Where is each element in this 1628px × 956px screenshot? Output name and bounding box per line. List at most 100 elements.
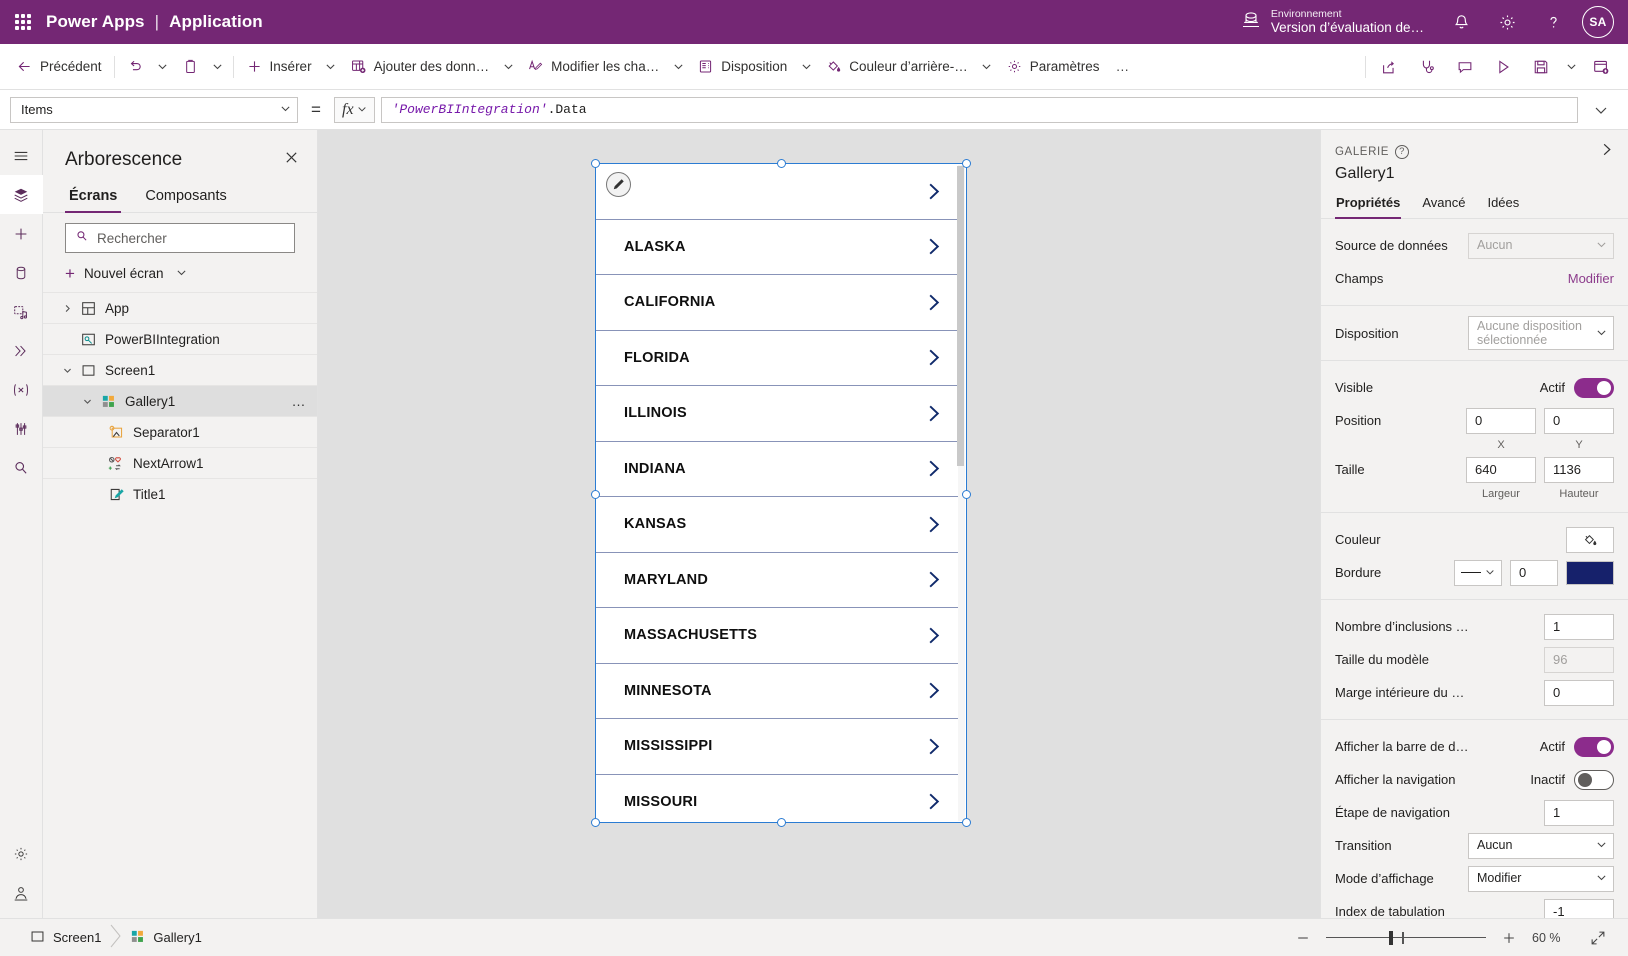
help-question-icon[interactable]: ? bbox=[1395, 144, 1410, 159]
tab-ecrans[interactable]: Écrans bbox=[65, 182, 122, 213]
gallery-row[interactable]: MISSISSIPPI bbox=[596, 719, 958, 775]
tree-item-powerbiintegration[interactable]: PowerBIIntegration bbox=[43, 323, 317, 354]
border-color-swatch[interactable] bbox=[1566, 560, 1614, 585]
paste-dropdown-chevron-down-icon[interactable] bbox=[207, 50, 229, 84]
search-icon[interactable] bbox=[0, 448, 43, 487]
notifications-bell-icon[interactable] bbox=[1438, 0, 1484, 44]
avatar[interactable]: SA bbox=[1582, 6, 1614, 38]
chevron-right-icon[interactable] bbox=[57, 304, 77, 313]
background-color-chevron-down-icon[interactable] bbox=[976, 50, 998, 84]
template-size-input[interactable]: 96 bbox=[1544, 646, 1614, 673]
gallery-control[interactable]: ALASKA CALIFORNIA FLORIDA ILLINOIS INDIA… bbox=[591, 159, 971, 827]
chevron-down-icon[interactable] bbox=[77, 397, 97, 406]
formula-expand-chevron-down-icon[interactable] bbox=[1584, 102, 1618, 118]
tree-item-nextarrow1[interactable]: NextArrow1 bbox=[43, 447, 317, 478]
resize-handle-bottom-left[interactable] bbox=[591, 818, 600, 827]
tab-idees[interactable]: Idées bbox=[1486, 193, 1520, 218]
chevron-right-icon[interactable] bbox=[923, 514, 944, 535]
power-automate-icon[interactable] bbox=[0, 331, 43, 370]
gallery-row[interactable]: ILLINOIS bbox=[596, 386, 958, 442]
insert-chevron-down-icon[interactable] bbox=[320, 50, 342, 84]
display-mode-select[interactable]: Modifier bbox=[1468, 865, 1614, 892]
minus-icon[interactable] bbox=[1292, 927, 1314, 949]
edit-fields-button[interactable]: Modifier les cha… bbox=[519, 50, 667, 84]
search-box[interactable] bbox=[65, 223, 295, 253]
account-icon[interactable] bbox=[0, 873, 43, 912]
close-icon[interactable] bbox=[280, 146, 303, 174]
resize-handle-top-center[interactable] bbox=[777, 159, 786, 168]
tab-composants[interactable]: Composants bbox=[141, 182, 230, 212]
chevron-right-icon[interactable] bbox=[923, 569, 944, 590]
add-data-button[interactable]: Ajouter des donn… bbox=[342, 50, 498, 84]
settings-button[interactable]: Paramètres bbox=[998, 50, 1108, 84]
position-x-input[interactable]: 0 bbox=[1466, 407, 1536, 434]
save-icon[interactable] bbox=[1522, 50, 1560, 84]
fill-bucket-icon[interactable] bbox=[1566, 526, 1614, 553]
variables-icon[interactable] bbox=[0, 370, 43, 409]
waffle-icon[interactable] bbox=[0, 14, 46, 30]
gallery-row[interactable]: CALIFORNIA bbox=[596, 275, 958, 331]
insert-button[interactable]: Insérer bbox=[238, 50, 320, 84]
layout-button[interactable]: Disposition bbox=[689, 50, 795, 84]
preview-play-icon[interactable] bbox=[1484, 50, 1522, 84]
paste-button[interactable] bbox=[174, 50, 207, 84]
nav-step-input[interactable]: 1 bbox=[1544, 799, 1614, 826]
resize-handle-bottom-center[interactable] bbox=[777, 818, 786, 827]
template-padding-input[interactable]: 0 bbox=[1544, 679, 1614, 706]
tree-item-context-menu-button[interactable]: … bbox=[292, 393, 308, 409]
breadcrumb-screen1[interactable]: Screen1 bbox=[24, 929, 107, 947]
gallery-row[interactable]: MARYLAND bbox=[596, 553, 958, 608]
gallery-row[interactable]: MINNESOTA bbox=[596, 664, 958, 719]
resize-handle-middle-right[interactable] bbox=[962, 490, 971, 499]
data-cylinder-icon[interactable] bbox=[0, 253, 43, 292]
tree-view-layers-icon[interactable] bbox=[0, 175, 43, 214]
chevron-down-icon[interactable] bbox=[57, 366, 77, 375]
canvas-area[interactable]: ALASKA CALIFORNIA FLORIDA ILLINOIS INDIA… bbox=[318, 130, 1320, 918]
gallery-scrollbar-thumb[interactable] bbox=[957, 166, 964, 466]
tab-avance[interactable]: Avancé bbox=[1421, 193, 1466, 218]
app-checker-icon[interactable] bbox=[1408, 50, 1446, 84]
pencil-edit-icon[interactable] bbox=[606, 172, 631, 197]
tools-icon[interactable] bbox=[0, 409, 43, 448]
transition-select[interactable]: Aucun bbox=[1468, 832, 1614, 859]
undo-dropdown-chevron-down-icon[interactable] bbox=[152, 50, 174, 84]
chevron-right-icon[interactable] bbox=[923, 625, 944, 646]
tree-item-gallery1[interactable]: Gallery1 … bbox=[43, 385, 317, 416]
edit-fields-chevron-down-icon[interactable] bbox=[667, 50, 689, 84]
chevron-right-icon[interactable] bbox=[923, 403, 944, 424]
add-data-chevron-down-icon[interactable] bbox=[497, 50, 519, 84]
tree-item-title1[interactable]: Title1 bbox=[43, 478, 317, 509]
resize-handle-middle-left[interactable] bbox=[591, 490, 600, 499]
property-selector[interactable]: Items bbox=[10, 96, 298, 123]
layout-chevron-down-icon[interactable] bbox=[795, 50, 817, 84]
comments-icon[interactable] bbox=[1446, 50, 1484, 84]
help-question-icon[interactable] bbox=[1530, 0, 1576, 44]
chevron-right-icon[interactable] bbox=[923, 181, 944, 202]
chevron-right-icon[interactable] bbox=[923, 680, 944, 701]
zoom-slider-thumb[interactable] bbox=[1389, 930, 1393, 945]
show-scrollbar-toggle[interactable] bbox=[1574, 736, 1614, 757]
chevron-right-icon[interactable] bbox=[923, 347, 944, 368]
show-navigation-toggle[interactable] bbox=[1574, 769, 1614, 790]
position-y-input[interactable]: 0 bbox=[1544, 407, 1614, 434]
tree-item-separator1[interactable]: Separator1 bbox=[43, 416, 317, 447]
undo-button[interactable] bbox=[119, 50, 152, 84]
media-icon[interactable] bbox=[0, 292, 43, 331]
gallery-row[interactable]: FLORIDA bbox=[596, 331, 958, 386]
tree-item-screen1[interactable]: Screen1 bbox=[43, 354, 317, 385]
overflow-menu-button[interactable]: … bbox=[1108, 50, 1140, 84]
size-height-input[interactable]: 1136 bbox=[1544, 456, 1614, 483]
gallery-row[interactable]: MISSOURI bbox=[596, 775, 958, 823]
chevron-right-icon[interactable] bbox=[923, 292, 944, 313]
resize-handle-top-left[interactable] bbox=[591, 159, 600, 168]
settings-gear-icon[interactable] bbox=[0, 834, 43, 873]
share-icon[interactable] bbox=[1370, 50, 1408, 84]
layout-select[interactable]: Aucune disposition sélectionnée bbox=[1468, 316, 1614, 350]
background-color-button[interactable]: Couleur d’arrière-… bbox=[817, 50, 976, 84]
wrap-count-input[interactable]: 1 bbox=[1544, 613, 1614, 640]
zoom-slider[interactable] bbox=[1326, 930, 1486, 945]
insert-plus-icon[interactable] bbox=[0, 214, 43, 253]
environment-selector[interactable]: Environnement Version d’évaluation de… bbox=[1235, 0, 1438, 44]
tree-item-app[interactable]: App bbox=[43, 292, 317, 323]
fit-screen-icon[interactable] bbox=[1586, 926, 1610, 950]
